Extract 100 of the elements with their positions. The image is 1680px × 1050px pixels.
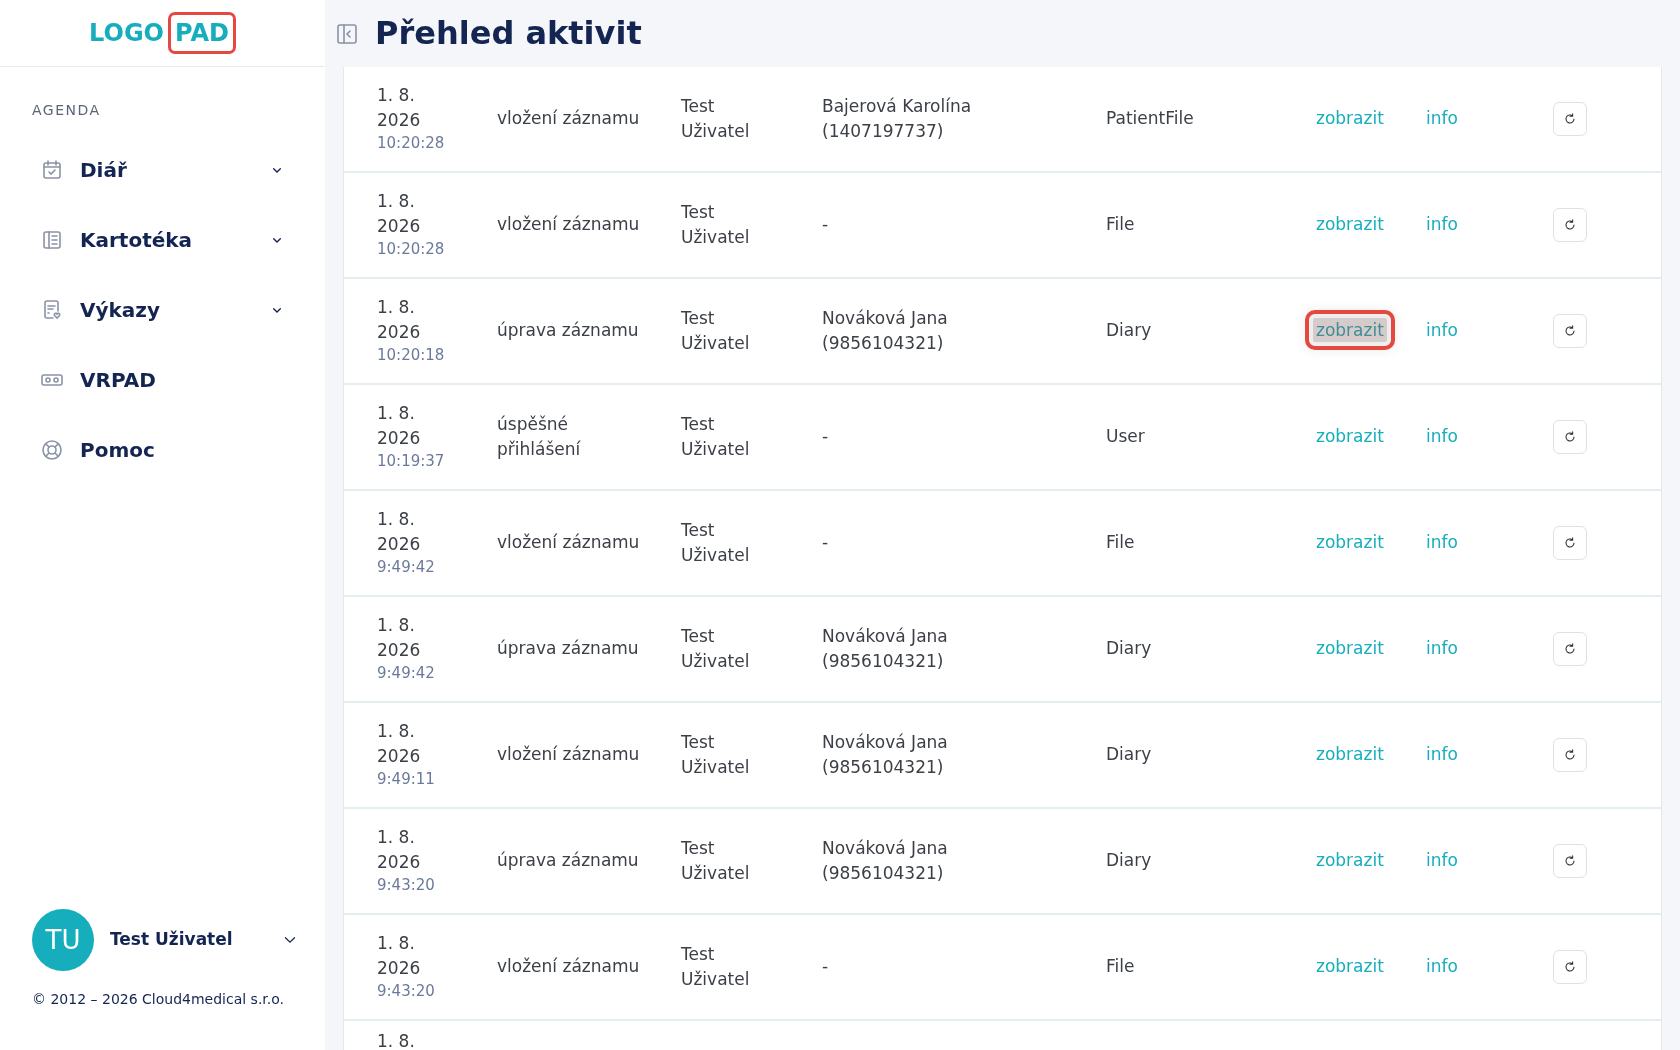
action-text: úspěšné přihlášení — [497, 412, 582, 461]
refresh-button[interactable] — [1553, 420, 1587, 454]
avatar: TU — [32, 909, 94, 971]
refresh-button[interactable] — [1553, 632, 1587, 666]
view-link[interactable]: zobrazit — [1313, 106, 1387, 131]
info-link[interactable]: info — [1423, 212, 1461, 237]
lifebuoy-icon — [40, 438, 64, 462]
time-text: 9:49:42 — [377, 556, 436, 578]
date-text: 2026 — [377, 851, 422, 875]
refresh-button[interactable] — [1553, 102, 1587, 136]
entity-text: File — [1106, 956, 1135, 977]
date-text: 1. 8. — [377, 614, 416, 638]
view-link[interactable]: zobrazit — [1313, 530, 1387, 555]
entity-text: Diary — [1106, 638, 1152, 659]
refresh-icon — [1562, 959, 1578, 975]
time-text: 9:43:20 — [377, 874, 436, 896]
entity-text: Diary — [1106, 744, 1152, 765]
time-text: 9:43:20 — [377, 980, 436, 1002]
view-link[interactable]: zobrazit — [1313, 212, 1387, 237]
entity-text: User — [1106, 426, 1145, 447]
patient-text: - — [822, 425, 829, 449]
date-text: 1. 8. — [377, 1030, 416, 1050]
refresh-button[interactable] — [1553, 314, 1587, 348]
user-text: Test Uživatel — [681, 624, 751, 673]
info-link[interactable]: info — [1423, 742, 1461, 767]
sidebar-item[interactable]: Výkazy — [0, 275, 325, 345]
info-link[interactable]: info — [1423, 636, 1461, 661]
refresh-icon — [1562, 111, 1578, 127]
info-link[interactable]: info — [1423, 106, 1461, 131]
patient-text: - — [822, 531, 829, 555]
time-text: 10:20:28 — [377, 132, 446, 154]
sidebar-item[interactable]: VRPAD — [0, 345, 325, 415]
user-text: Test Uživatel — [681, 94, 751, 143]
info-link[interactable]: info — [1423, 954, 1461, 979]
user-menu[interactable]: Test Uživatel — [110, 927, 299, 953]
view-link[interactable]: zobrazit — [1313, 636, 1387, 661]
date-text: 1. 8. — [377, 402, 416, 426]
refresh-icon — [1562, 535, 1578, 551]
info-link[interactable]: info — [1423, 424, 1461, 449]
sidebar-toggle-button[interactable] — [335, 21, 359, 46]
info-link[interactable]: info — [1423, 318, 1461, 343]
time-text: 9:49:42 — [377, 662, 436, 684]
time-text: 10:20:28 — [377, 238, 446, 260]
entity-text: PatientFile — [1106, 108, 1194, 129]
view-link[interactable]: zobrazit — [1313, 954, 1387, 979]
page-title: Přehled aktivit — [375, 14, 642, 53]
patient-text: Nováková Jana (9856104321) — [822, 730, 949, 779]
view-link[interactable]: zobrazit — [1313, 424, 1387, 449]
entity-text: Diary — [1106, 320, 1152, 341]
refresh-button[interactable] — [1553, 844, 1587, 878]
refresh-icon — [1562, 641, 1578, 657]
refresh-icon — [1562, 323, 1578, 339]
info-link[interactable]: info — [1423, 530, 1461, 555]
date-text: 2026 — [377, 321, 422, 345]
user-text: Test Uživatel — [681, 942, 751, 991]
refresh-icon — [1562, 747, 1578, 763]
action-text: vložení záznamu — [497, 107, 640, 131]
logo-text: PAD — [168, 12, 236, 54]
refresh-button[interactable] — [1553, 738, 1587, 772]
date-text: 1. 8. — [377, 190, 416, 214]
patient-text: Nováková Jana (9856104321) — [822, 306, 949, 355]
refresh-icon — [1562, 853, 1578, 869]
refresh-icon — [1562, 429, 1578, 445]
sidebar-item[interactable]: Kartotéka — [0, 205, 325, 275]
action-text: vložení záznamu — [497, 743, 640, 767]
date-text: 1. 8. — [377, 932, 416, 956]
date-text: 1. 8. — [377, 826, 416, 850]
time-text: 10:19:37 — [377, 450, 446, 472]
copyright-text: © 2012 – 2026 Cloud4medical s.r.o. — [32, 990, 286, 1009]
date-text: 2026 — [377, 745, 422, 769]
patient-text: - — [822, 213, 829, 237]
refresh-icon — [1562, 217, 1578, 233]
time-text: 9:49:11 — [377, 768, 436, 790]
refresh-button[interactable] — [1553, 208, 1587, 242]
sidebar-item[interactable]: Diář — [0, 135, 325, 205]
date-text: 2026 — [377, 109, 422, 133]
time-text: 10:20:18 — [377, 344, 446, 366]
user-text: Test Uživatel — [681, 200, 751, 249]
sidebar-collapse-icon — [335, 21, 359, 46]
date-text: 2026 — [377, 533, 422, 557]
refresh-button[interactable] — [1553, 950, 1587, 984]
date-text: 1. 8. — [377, 720, 416, 744]
action-text: vložení záznamu — [497, 955, 640, 979]
entity-text: Diary — [1106, 850, 1152, 871]
view-link[interactable]: zobrazit — [1313, 848, 1387, 873]
view-link[interactable]: zobrazit — [1313, 742, 1387, 767]
action-text: vložení záznamu — [497, 213, 640, 237]
refresh-button[interactable] — [1553, 526, 1587, 560]
date-text: 1. 8. — [377, 84, 416, 108]
user-text: Test Uživatel — [681, 306, 751, 355]
date-text: 2026 — [377, 215, 422, 239]
date-text: 2026 — [377, 957, 422, 981]
date-text: 2026 — [377, 427, 422, 451]
action-text: úprava záznamu — [497, 319, 639, 343]
info-link[interactable]: info — [1423, 848, 1461, 873]
action-text: úprava záznamu — [497, 637, 639, 661]
sidebar-item[interactable]: Pomoc — [0, 415, 325, 485]
date-text: 1. 8. — [377, 508, 416, 532]
user-text: Test Uživatel — [681, 412, 751, 461]
patient-text: Bajerová Karolína (1407197737) — [822, 94, 973, 143]
